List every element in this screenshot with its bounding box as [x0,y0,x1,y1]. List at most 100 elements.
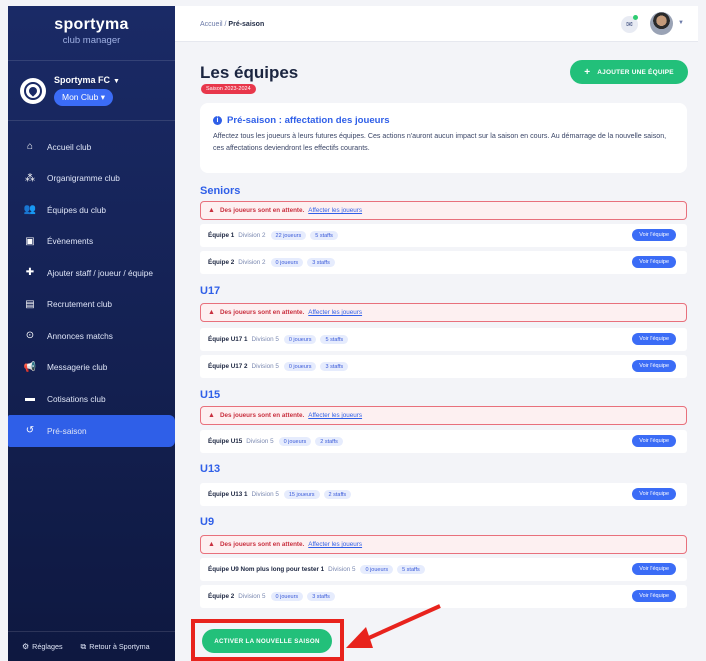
see-team-button[interactable]: Voir l'équipe [632,229,676,241]
see-team-button[interactable]: Voir l'équipe [632,488,676,500]
club-selector[interactable]: Sportyma FC ▼ Mon Club ▾ [8,61,175,120]
sidebar-item-label: Cotisations club [47,393,106,404]
assign-players-link[interactable]: Affecter les joueurs [308,541,362,548]
my-club-dropdown[interactable]: Mon Club ▾ [54,89,114,106]
sidebar-menu: ⌂ Accueil club ⁂ Organigramme club 👥 Équipes … [8,131,175,447]
add-user-icon: ✚ [25,267,35,279]
assign-players-link[interactable]: Affecter les joueurs [308,309,362,316]
sidebar-item-3[interactable]: ▣ Évènements [8,226,175,258]
sidebar-item-label: Recrutement club [47,299,113,310]
back-to-sportyma-link[interactable]: ⧉ Retour à Sportyma [81,642,150,652]
team-name: Équipe 1 [208,232,235,239]
team-division: Division 5 [251,336,279,343]
warning-icon: ▲ [208,309,215,316]
sidebar-item-0[interactable]: ⌂ Accueil club [8,131,175,163]
chevron-down-icon[interactable]: ▼ [678,20,684,26]
brand-name: sportyma [54,16,129,33]
home-icon: ⌂ [26,141,34,153]
club-name: Sportyma FC [54,75,111,85]
club-logo-icon [20,77,46,104]
sidebar-item-6[interactable]: ⊙ Annonces matchs [8,320,175,352]
sidebar-item-4[interactable]: ✚ Ajouter staff / joueur / équipe [8,257,175,289]
chevron-down-icon: ▼ [113,78,120,85]
team-division: Division 5 [251,363,279,370]
alert-text: Des joueurs sont en attente. [219,541,305,548]
section-title: Seniors [200,185,241,197]
staffs-count-badge: 5 staffs [310,231,338,240]
info-text: Affectez tous les joueurs à leurs future… [213,132,667,152]
sidebar-item-2[interactable]: 👥 Équipes du club [8,194,175,226]
assign-players-link[interactable]: Affecter les joueurs [308,412,362,419]
see-team-button[interactable]: Voir l'équipe [632,256,676,268]
sidebar-item-8[interactable]: ▬ Cotisations club [8,383,175,415]
staffs-count-badge: 3 staffs [307,592,335,601]
team-division: Division 5 [328,566,356,573]
sidebar-item-7[interactable]: 📢 Messagerie club [8,352,175,384]
see-team-button[interactable]: Voir l'équipe [632,435,676,447]
gear-icon: ⚙ [22,642,30,651]
players-count-badge: 0 joueurs [283,335,317,344]
staffs-count-badge: 3 staffs [320,362,349,371]
breadcrumb: Accueil / Pré-saison [200,21,265,28]
warning-icon: ▲ [208,412,215,419]
external-link-icon: ⧉ [80,641,87,651]
team-name: Équipe U15 [208,438,243,445]
notification-dot [633,15,638,20]
staffs-count-badge: 5 staffs [320,335,349,344]
brand-subtitle: club manager [62,35,121,46]
team-row: Équipe U15 Division 5 0 joueurs 2 staffs Voi… [200,430,687,453]
players-count-badge: 15 joueurs [283,490,320,499]
briefcase-icon: ▤ [25,298,35,310]
pending-players-alert: ▲ Des joueurs sont en attente. Affecter le… [200,201,687,220]
staffs-count-badge: 2 staffs [323,490,352,499]
activate-season-button[interactable]: ACTIVER LA NOUVELLE SAISON [202,629,332,653]
team-name: Équipe U17 2 [208,363,248,370]
info-icon: i [213,116,222,125]
card-icon: ▬ [25,393,35,405]
ball-icon: ⊙ [25,330,35,342]
info-title: Pré-saison : affectation des joueurs [227,115,390,126]
see-team-button[interactable]: Voir l'équipe [632,590,676,602]
sidebar-item-label: Évènements [47,236,94,247]
breadcrumb-home-link[interactable]: Accueil [200,21,223,28]
sidebar-item-label: Pré-saison [47,425,87,436]
assign-players-link[interactable]: Affecter les joueurs [308,207,362,214]
players-count-badge: 0 joueurs [270,258,304,267]
calendar-icon: ▣ [25,235,35,247]
teams-icon: 👥 [23,204,37,216]
team-name: Équipe U17 1 [208,336,248,343]
pending-players-alert: ▲ Des joueurs sont en attente. Affecter le… [200,535,687,554]
alert-text: Des joueurs sont en attente. [219,207,305,214]
org-chart-icon: ⁂ [25,172,35,184]
sidebar-item-1[interactable]: ⁂ Organigramme club [8,163,175,195]
sidebar-footer: ⚙ Réglages ⧉ Retour à Sportyma [8,631,175,661]
warning-icon: ▲ [208,541,215,548]
team-row: Équipe U17 1 Division 5 0 joueurs 5 staffs V… [200,328,687,351]
team-row: Équipe 2 Division 5 0 joueurs 3 staffs Voir … [200,585,687,608]
sidebar-item-label: Annonces matchs [47,330,113,341]
team-name: Équipe 2 [208,259,235,266]
brand[interactable]: sportyma club manager [8,6,175,46]
pending-players-alert: ▲ Des joueurs sont en attente. Affecter le… [200,303,687,322]
see-team-button[interactable]: Voir l'équipe [632,563,676,575]
team-row: Équipe U9 Nom plus long pour tester 1 Div… [200,558,687,581]
see-team-button[interactable]: Voir l'équipe [632,333,676,345]
team-name: Équipe 2 [208,593,235,600]
players-count-badge: 0 joueurs [283,362,317,371]
team-name: Équipe U9 Nom plus long pour tester 1 [208,566,325,573]
avatar[interactable] [650,12,673,35]
section-title: U15 [200,389,221,401]
sidebar-item-5[interactable]: ▤ Recrutement club [8,289,175,321]
sidebar-item-label: Messagerie club [47,362,108,373]
sidebar-item-9[interactable]: ↺ Pré-saison [8,414,175,447]
sidebar-item-label: Organigramme club [47,173,120,184]
history-icon: ↺ [25,425,35,436]
team-division: Division 5 [246,438,274,445]
team-row: Équipe U13 1 Division 5 15 joueurs 2 staffs… [200,483,687,506]
see-team-button[interactable]: Voir l'équipe [632,360,676,372]
sidebar: sportyma club manager Sportyma FC ▼ Mon C… [8,6,175,661]
add-team-button[interactable]: + AJOUTER UNE ÉQUIPE [570,60,688,84]
sidebar-item-label: Accueil club [47,141,92,152]
settings-link[interactable]: ⚙ Réglages [22,642,63,651]
team-row: Équipe U17 2 Division 5 0 joueurs 3 staffs V… [200,355,687,378]
